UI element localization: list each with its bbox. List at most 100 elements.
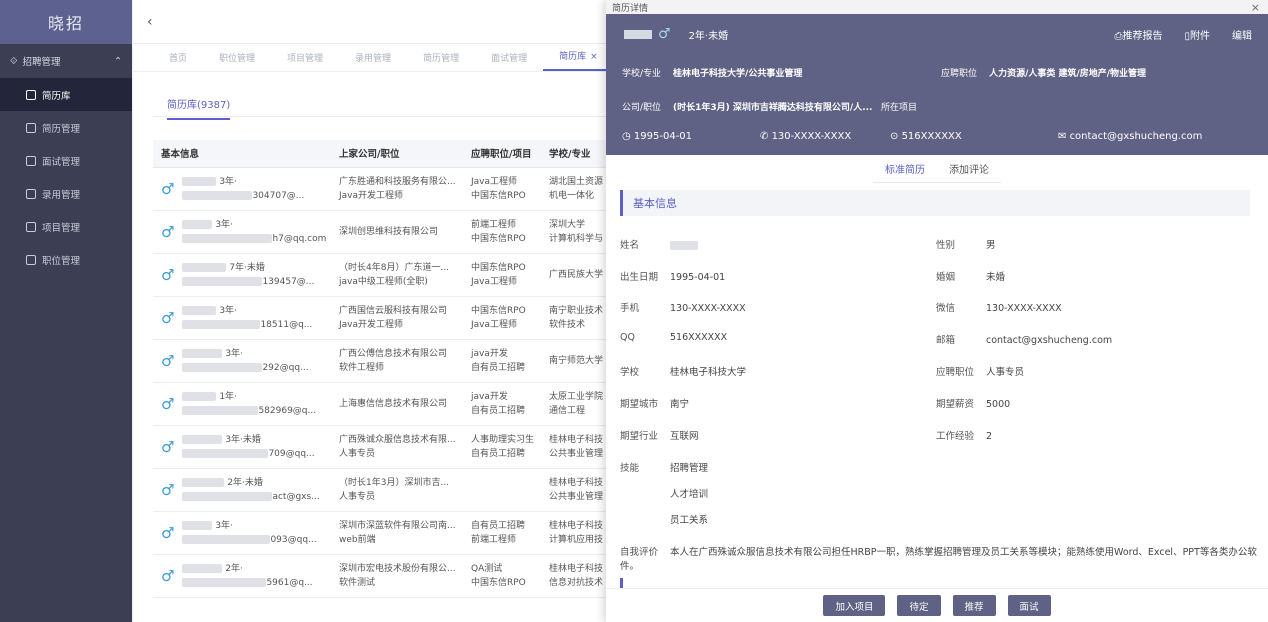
table-row[interactable]: ♂ 1年· 582969@q... 上海惠信信息技术有限公司 java开发 自有员工招聘…	[153, 382, 621, 426]
cell-company: （时长4年8月）广东道一... java中级工程师(全职)	[331, 253, 463, 297]
male-icon: ♂	[161, 265, 175, 284]
field-skills: 技能 招聘管理	[620, 460, 708, 474]
sidebar-item-interview[interactable]: 面试管理	[0, 144, 132, 177]
position-text: web前端	[339, 534, 376, 545]
male-icon: ♂	[161, 480, 175, 499]
experience-text: 3年·未婚	[225, 434, 261, 445]
app-logo: 晓招	[0, 0, 132, 44]
tab-add-comment[interactable]: 添加评论	[937, 155, 1001, 183]
close-icon[interactable]: ×	[590, 52, 598, 62]
attachment-label: 附件	[1190, 30, 1210, 42]
project-text: 中国东信RPO	[471, 233, 526, 244]
cell-company: 广西殊诚众服信息技术有限... 人事专员	[331, 425, 463, 469]
sidebar-item-label: 项目管理	[42, 222, 81, 234]
field-marriage: 婚姻 未婚	[936, 269, 1005, 283]
tab-home[interactable]: 首页	[153, 51, 203, 71]
field-label: 工作经验	[936, 431, 975, 442]
recommend-button[interactable]: 推荐	[952, 595, 996, 616]
email-text: h7@qq.com	[272, 233, 327, 244]
table-row[interactable]: ♂ 2年· 5961@q... 深圳市宏电技术股份有限公... 软件测试 QA测试 中国东…	[153, 554, 621, 598]
apply-label: 应聘职位	[941, 69, 978, 79]
sidebar-item-label: 职位管理	[42, 255, 81, 267]
edit-button[interactable]: 编辑	[1232, 27, 1252, 42]
tab-resume[interactable]: 简历管理	[407, 51, 475, 71]
position-text: 软件工程师	[339, 362, 385, 373]
recommend-report-label: 推荐报告	[1122, 30, 1163, 42]
name-blur	[182, 262, 227, 272]
email-text: act@gxs...	[272, 491, 320, 502]
tab-position[interactable]: 职位管理	[203, 51, 271, 71]
close-icon[interactable]: ×	[1251, 1, 1260, 14]
cell-basic: ♂ 2年·未婚 act@gxs...	[153, 468, 331, 512]
folder-icon	[26, 221, 36, 232]
field-apply-job: 应聘职位 人事专员	[936, 364, 1024, 378]
field-value: 人事专员	[986, 367, 1025, 378]
field-value: 男	[986, 240, 996, 251]
grid-icon	[26, 155, 36, 166]
tab-project[interactable]: 项目管理	[271, 51, 339, 71]
cell-basic: ♂ 2年· 5961@q...	[153, 554, 331, 598]
resume-table: 基本信息 上家公司/职位 应聘职位/项目 学校/专业 ♂ 3年· 304707@.…	[153, 140, 621, 598]
email-info: ✉ contact@gxshucheng.com	[1058, 131, 1203, 142]
cell-basic: ♂ 3年· 18511@q...	[153, 296, 331, 340]
project-text: 中国东信RPO	[471, 190, 526, 201]
table-row[interactable]: ♂ 3年· 304707@... 广东胜通和科技服务有限公... Java开发工程师 J…	[153, 167, 621, 211]
candidate-summary: 2年·未婚	[688, 30, 729, 42]
field-label: 姓名	[620, 240, 640, 251]
cell-job: 中国东信RPO Java工程师	[463, 253, 541, 297]
table-row[interactable]: ♂ 3年· h7@qq.com 深圳创思维科技有限公司 前端工程师 中国东信RPO 深圳大…	[153, 210, 621, 254]
table-row[interactable]: ♂ 3年· 18511@q... 广西国信云服科技有限公司 Java开发工程师 中国东信…	[153, 296, 621, 340]
email-text: 5961@q...	[266, 577, 313, 588]
drawer-title: 简历详情	[612, 3, 649, 14]
experience-text: 1年·	[219, 391, 237, 402]
company-text: 上海惠信信息技术有限公司	[339, 398, 448, 409]
company-text: 广西公傅信息技术有限公司	[339, 348, 448, 359]
sidebar-item-label: 简历库	[42, 90, 71, 102]
sidebar-item-project[interactable]: 项目管理	[0, 210, 132, 243]
name-blur	[182, 391, 217, 401]
experience-text: 3年·	[219, 176, 237, 187]
field-value: 本人在广西殊诚众服信息技术有限公司担任HRBP一职，熟练掌握招聘管理及员工关系等…	[620, 547, 1257, 572]
col-job: 应聘职位/项目	[463, 140, 541, 168]
table-row[interactable]: ♂ 7年·未婚 139457@... （时长4年8月）广东道一... java中级工程…	[153, 253, 621, 297]
table-row[interactable]: ♂ 2年·未婚 act@gxs... （时长1年3月）深圳市吉... 人事专员 桂林电子…	[153, 468, 621, 512]
field-self-eval: 自我评价 本人在广西殊诚众服信息技术有限公司担任HRBP一职，熟练掌握招聘管理及员…	[620, 544, 1260, 572]
company-text: 深圳市宏电技术股份有限公...	[339, 563, 456, 574]
contact-blur	[182, 534, 271, 544]
sidebar-item-resume-manage[interactable]: 简历管理	[0, 111, 132, 144]
company-text: （时长1年3月）深圳市吉...	[339, 477, 450, 488]
field-name: 姓名	[620, 237, 698, 251]
cell-job: java开发自有员工招聘	[463, 382, 541, 426]
sidebar-item-offer[interactable]: 录用管理	[0, 177, 132, 210]
field-label: 期望薪资	[936, 399, 975, 410]
pending-button[interactable]: 待定	[897, 595, 941, 616]
tab-standard-resume[interactable]: 标准简历	[873, 155, 937, 183]
qq-info: ⊙ 516XXXXXX	[890, 131, 962, 142]
name-blur	[670, 241, 698, 250]
cell-company: 广东胜通和科技服务有限公... Java开发工程师	[331, 167, 463, 211]
table-row[interactable]: ♂ 3年· 292@qq... 广西公傅信息技术有限公司 软件工程师 java开发 自有员…	[153, 339, 621, 383]
cell-company: 深圳市宏电技术股份有限公... 软件测试	[331, 554, 463, 598]
tab-interview[interactable]: 面试管理	[475, 51, 543, 71]
sidebar-item-position[interactable]: 职位管理	[0, 243, 132, 276]
contact-blur	[182, 491, 273, 501]
attachment-button[interactable]: ▯附件	[1184, 27, 1210, 42]
job-text: java开发	[471, 391, 508, 402]
interview-button[interactable]: 面试	[1007, 595, 1051, 616]
project-text: 自有员工招聘	[471, 405, 526, 416]
field-wechat: 微信 130-XXXX-XXXX	[936, 300, 1062, 314]
add-to-project-button[interactable]: 加入项目	[823, 595, 886, 616]
job-text: 人事助理实习生	[471, 434, 535, 445]
back-icon[interactable]: ‹	[147, 14, 153, 30]
table-row[interactable]: ♂ 3年·未婚 709@qq... 广西殊诚众服信息技术有限... 人事专员 人事助理实…	[153, 425, 621, 469]
tab-resume-library[interactable]: 简历库 ×	[543, 49, 614, 71]
project-text: 前端工程师	[471, 534, 517, 545]
recommend-report-button[interactable]: ⎙推荐报告	[1114, 27, 1162, 42]
menu-group-recruit[interactable]: ⟐ 招聘管理 ⌃	[0, 44, 132, 78]
table-row[interactable]: ♂ 3年· 093@qq... 深圳市深蓝软件有限公司南... web前端 自有员工招聘…	[153, 511, 621, 555]
tab-offer[interactable]: 录用管理	[339, 51, 407, 71]
sidebar-item-resume-library[interactable]: 简历库	[0, 78, 132, 111]
experience-text: 3年·	[225, 348, 243, 359]
field-value: 桂林电子科技大学	[670, 367, 747, 378]
company-text: 深圳市深蓝软件有限公司南...	[339, 520, 456, 531]
